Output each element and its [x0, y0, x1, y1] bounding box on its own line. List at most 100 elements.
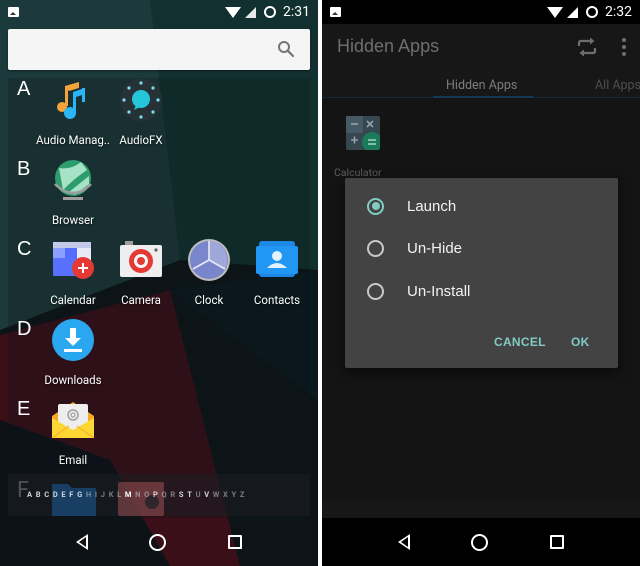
- app-label: Browser: [51, 213, 95, 227]
- status-time: 2:31: [283, 4, 310, 20]
- app-label: AudioFX: [119, 133, 163, 147]
- scrubber-letter-s[interactable]: S: [179, 490, 184, 499]
- image-notification-icon: [330, 7, 341, 17]
- hidden-app-calculator[interactable]: Calculator: [334, 116, 384, 179]
- section-letter-b: B: [17, 158, 31, 180]
- scrubber-letter-l[interactable]: L: [117, 490, 121, 499]
- overflow-menu-icon[interactable]: [622, 38, 626, 56]
- email-icon: [51, 402, 95, 439]
- app-downloads[interactable]: Downloads: [34, 318, 112, 387]
- scrubber-letter-e[interactable]: E: [61, 490, 65, 499]
- bottom-strip: [322, 500, 640, 518]
- scrubber-letter-g[interactable]: G: [77, 490, 82, 499]
- app-label: Camera: [121, 293, 161, 307]
- option-uninstall[interactable]: Un-Install: [367, 279, 470, 303]
- app-label: Audio Manag..: [36, 133, 110, 147]
- downloads-icon: [52, 319, 94, 361]
- search-icon[interactable]: [277, 40, 295, 58]
- radio-icon: [118, 482, 164, 516]
- scrubber-letter-c[interactable]: C: [44, 490, 49, 499]
- scrubber-letter-v[interactable]: V: [204, 490, 209, 499]
- camera-icon: [120, 241, 162, 277]
- radio-unhide[interactable]: [367, 239, 384, 257]
- recents-icon[interactable]: [228, 535, 243, 549]
- signal-icon: [245, 6, 256, 18]
- scrubber-letter-t[interactable]: T: [187, 490, 192, 499]
- option-launch[interactable]: Launch: [367, 194, 456, 218]
- section-letter-e: E: [17, 398, 31, 420]
- app-email[interactable]: Email: [34, 398, 112, 467]
- scrubber-letter-f[interactable]: F: [69, 490, 73, 499]
- tab-indicator: [433, 96, 533, 98]
- scrubber-letter-o[interactable]: O: [144, 490, 149, 499]
- contacts-icon: [256, 241, 298, 277]
- swap-icon[interactable]: [576, 37, 598, 57]
- back-icon[interactable]: [75, 534, 88, 550]
- scrubber-letter-q[interactable]: Q: [162, 490, 167, 499]
- audiofx-icon: [120, 79, 162, 121]
- option-label: Launch: [407, 197, 457, 215]
- app-browser[interactable]: Browser: [34, 158, 112, 227]
- scrubber-letter-m[interactable]: M: [125, 490, 132, 499]
- home-icon[interactable]: [149, 533, 167, 551]
- clock-icon: [188, 239, 230, 281]
- navigation-bar: [322, 518, 640, 566]
- scrubber-letter-b[interactable]: B: [36, 490, 41, 499]
- section-letter-c: C: [17, 238, 32, 260]
- app-audio-manager[interactable]: Audio Manag..: [34, 78, 112, 147]
- page-title: Hidden Apps: [337, 36, 440, 56]
- home-icon[interactable]: [471, 533, 489, 551]
- app-drawer-screen: 2:31 A Audio Manag.. AudioFX B Browser C…: [0, 0, 318, 566]
- ok-button[interactable]: OK: [571, 335, 590, 349]
- app-camera[interactable]: Camera: [102, 238, 180, 307]
- app-audiofx[interactable]: AudioFX: [102, 78, 180, 147]
- wifi-icon: [225, 6, 241, 18]
- app-list: A Audio Manag.. AudioFX B Browser C Cale…: [8, 78, 310, 518]
- app-label: Clock: [194, 293, 224, 307]
- hidden-apps-screen: 2:32 Hidden Apps Hidden Apps All Apps Ca…: [322, 0, 640, 566]
- alphabet-letters[interactable]: ABCDEFGHIJKLMNOPQRSTUVWXYZ: [27, 490, 244, 499]
- navigation-bar: [0, 518, 318, 566]
- cancel-button[interactable]: CANCEL: [494, 335, 546, 349]
- scrubber-letter-a[interactable]: A: [27, 490, 32, 499]
- app-clock[interactable]: Clock: [170, 238, 248, 307]
- recents-icon[interactable]: [550, 535, 565, 549]
- option-label: Un-Install: [407, 282, 471, 300]
- calendar-icon: [53, 242, 94, 279]
- option-unhide[interactable]: Un-Hide: [367, 236, 462, 260]
- app-label: Contacts: [253, 293, 301, 307]
- image-notification-icon: [8, 7, 19, 17]
- app-label: Calendar: [50, 293, 96, 307]
- app-label: Email: [58, 453, 88, 467]
- scrubber-letter-x[interactable]: X: [223, 490, 228, 499]
- scrubber-letter-u[interactable]: U: [196, 490, 201, 499]
- back-icon[interactable]: [397, 534, 410, 550]
- signal-icon: [567, 6, 578, 18]
- scrubber-letter-i[interactable]: I: [95, 490, 97, 499]
- scrubber-letter-k[interactable]: K: [109, 490, 114, 499]
- app-contacts[interactable]: Contacts: [238, 238, 316, 307]
- radio-uninstall[interactable]: [367, 282, 384, 300]
- scrubber-letter-j[interactable]: J: [101, 490, 105, 499]
- scrubber-letter-r[interactable]: R: [170, 490, 175, 499]
- app-action-dialog: Launch Un-Hide Un-Install CANCEL OK: [345, 178, 618, 368]
- battery-icon: [264, 6, 276, 18]
- status-bar: 2:32: [322, 0, 640, 24]
- search-input[interactable]: [8, 29, 310, 70]
- scrubber-letter-z[interactable]: Z: [240, 490, 245, 499]
- scrubber-letter-y[interactable]: Y: [232, 490, 237, 499]
- app-calendar[interactable]: Calendar: [34, 238, 112, 307]
- status-bar: 2:31: [0, 0, 318, 24]
- scrubber-letter-p[interactable]: P: [153, 490, 158, 499]
- section-letter-a: A: [17, 78, 31, 100]
- scrubber-letter-h[interactable]: H: [86, 490, 91, 499]
- radio-launch[interactable]: [367, 197, 384, 215]
- section-letter-d: D: [17, 318, 32, 340]
- tab-hidden-apps[interactable]: Hidden Apps: [446, 78, 517, 93]
- tab-all-apps[interactable]: All Apps: [595, 78, 640, 93]
- alphabet-scrubber[interactable]: F ABCDEFGHIJKLMNOPQRSTUVWXYZ: [8, 474, 310, 516]
- scrubber-letter-n[interactable]: N: [135, 490, 140, 499]
- app-label: Downloads: [44, 373, 102, 387]
- scrubber-letter-d[interactable]: D: [53, 490, 58, 499]
- scrubber-letter-w[interactable]: W: [213, 490, 220, 499]
